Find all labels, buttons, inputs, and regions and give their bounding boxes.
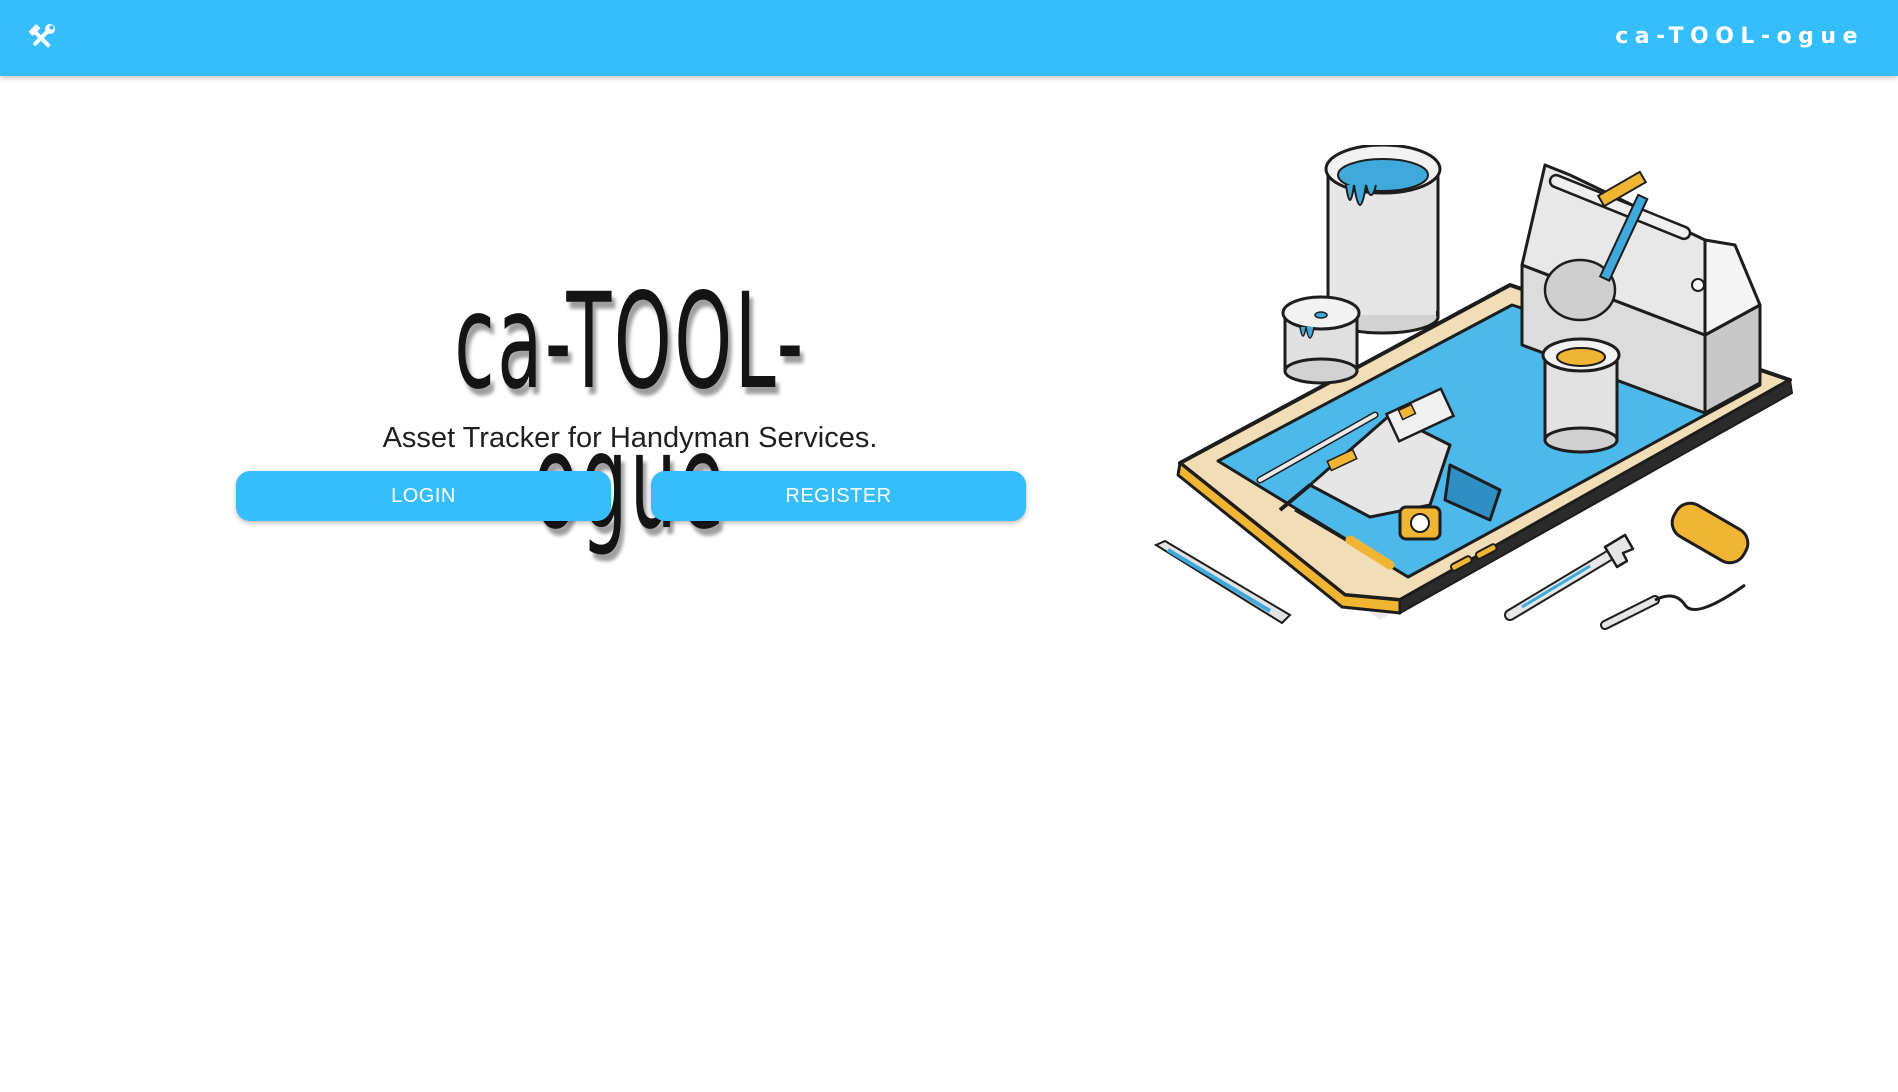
hero-subtitle: Asset Tracker for Handyman Services. — [382, 422, 878, 454]
illustration-svg — [1153, 143, 1794, 630]
tools-icon[interactable] — [26, 23, 56, 53]
login-button[interactable]: LOGIN — [236, 471, 611, 521]
tape-measure — [1398, 505, 1442, 541]
app-bar: ca-TOOL-ogue — [0, 0, 1898, 76]
paint-can-yellow — [1541, 337, 1621, 454]
toolbox-smartphone-illustration — [1150, 143, 1800, 645]
register-button[interactable]: REGISTER — [651, 471, 1026, 521]
app-bar-brand[interactable]: ca-TOOL-ogue — [1615, 22, 1864, 52]
paint-can-small — [1281, 295, 1361, 385]
ruler — [1153, 539, 1292, 625]
wrench — [1504, 533, 1635, 621]
